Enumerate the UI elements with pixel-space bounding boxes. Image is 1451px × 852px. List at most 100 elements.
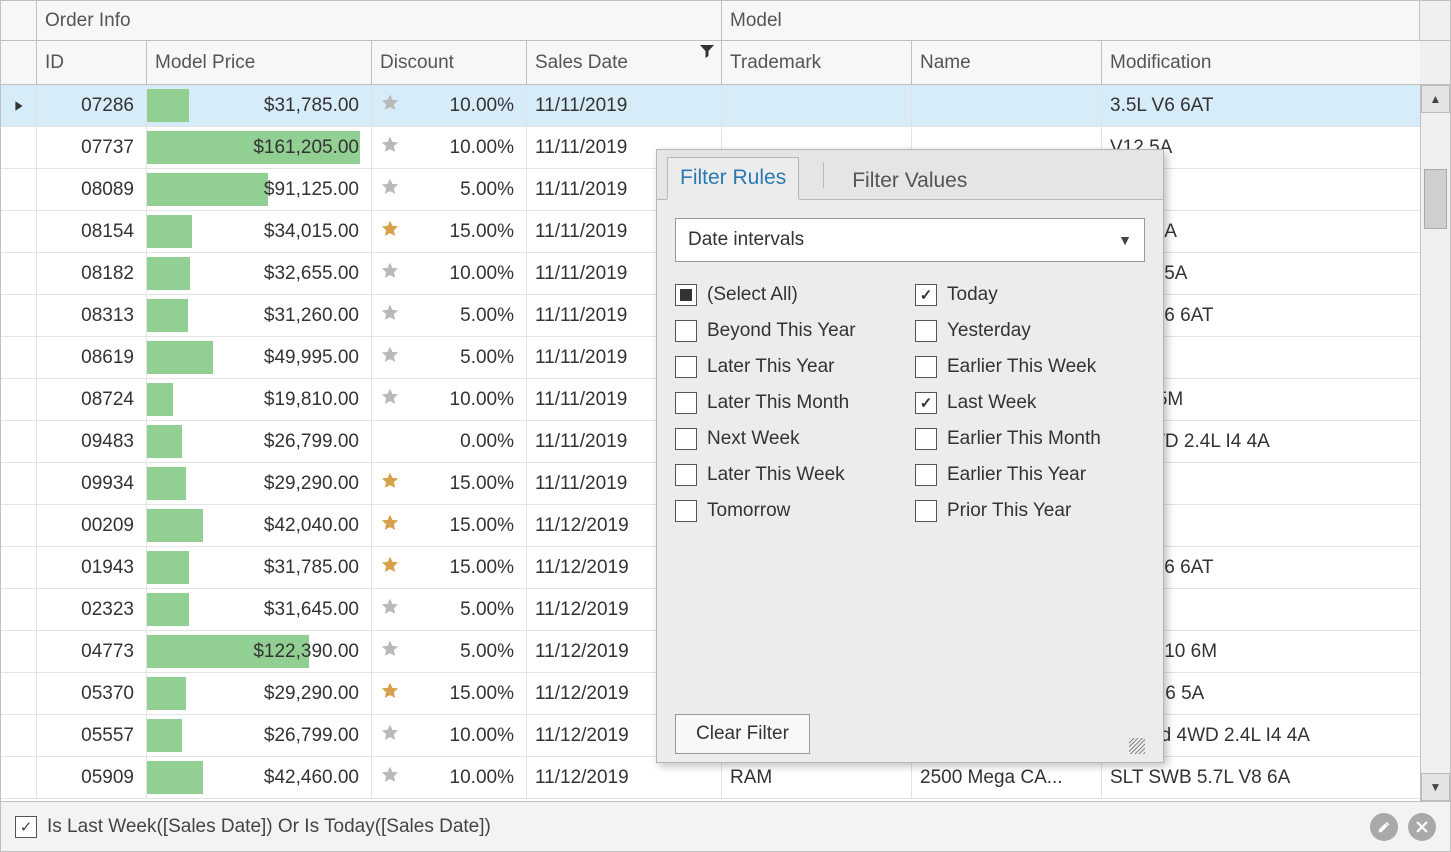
scroll-up-arrow-icon[interactable]: ▲	[1421, 85, 1450, 113]
interval-option[interactable]: (Select All)	[675, 284, 905, 306]
cell-id[interactable]: 08313	[37, 295, 147, 336]
cell-model-price[interactable]: $26,799.00	[147, 715, 372, 756]
cell-discount[interactable]: 10.00%	[372, 127, 527, 168]
cell-model-price[interactable]: $31,645.00	[147, 589, 372, 630]
clear-filter-button[interactable]: Clear Filter	[675, 714, 810, 754]
cell-discount[interactable]: 15.00%	[372, 463, 527, 504]
cell-discount[interactable]: 10.00%	[372, 85, 527, 126]
cell-id[interactable]: 05909	[37, 757, 147, 798]
cell-discount[interactable]: 15.00%	[372, 547, 527, 588]
resize-grip-icon[interactable]	[1129, 738, 1145, 754]
cell-discount[interactable]: 10.00%	[372, 757, 527, 798]
checkbox-icon[interactable]	[915, 284, 937, 306]
cell-discount[interactable]: 10.00%	[372, 379, 527, 420]
cell-discount[interactable]: 15.00%	[372, 211, 527, 252]
cell-id[interactable]: 02323	[37, 589, 147, 630]
column-trademark[interactable]: Trademark	[722, 41, 912, 84]
interval-option[interactable]: Today	[915, 284, 1145, 306]
cell-id[interactable]: 07286	[37, 85, 147, 126]
close-filter-icon[interactable]	[1408, 813, 1436, 841]
column-name[interactable]: Name	[912, 41, 1102, 84]
scroll-down-arrow-icon[interactable]: ▼	[1421, 773, 1450, 801]
cell-trademark[interactable]: RAM	[722, 757, 912, 798]
cell-discount[interactable]: 5.00%	[372, 631, 527, 672]
interval-option[interactable]: Later This Week	[675, 464, 905, 486]
cell-model-price[interactable]: $91,125.00	[147, 169, 372, 210]
cell-id[interactable]: 08724	[37, 379, 147, 420]
checkbox-icon[interactable]	[675, 500, 697, 522]
cell-id[interactable]: 05370	[37, 673, 147, 714]
column-discount[interactable]: Discount	[372, 41, 527, 84]
cell-model-price[interactable]: $31,260.00	[147, 295, 372, 336]
cell-id[interactable]: 05557	[37, 715, 147, 756]
interval-option[interactable]: Prior This Year	[915, 500, 1145, 522]
cell-name[interactable]	[912, 85, 1102, 126]
checkbox-icon[interactable]	[915, 500, 937, 522]
cell-modification[interactable]: 3.5L V6 6AT	[1102, 85, 1420, 126]
cell-id[interactable]: 08154	[37, 211, 147, 252]
cell-discount[interactable]: 15.00%	[372, 673, 527, 714]
cell-discount[interactable]: 10.00%	[372, 253, 527, 294]
checkbox-icon[interactable]	[675, 284, 697, 306]
cell-model-price[interactable]: $122,390.00	[147, 631, 372, 672]
cell-model-price[interactable]: $29,290.00	[147, 673, 372, 714]
cell-discount[interactable]: 15.00%	[372, 505, 527, 546]
cell-id[interactable]: 08089	[37, 169, 147, 210]
cell-sales-date[interactable]: 11/12/2019	[527, 757, 722, 798]
checkbox-icon[interactable]	[675, 392, 697, 414]
interval-option[interactable]: Beyond This Year	[675, 320, 905, 342]
cell-model-price[interactable]: $31,785.00	[147, 547, 372, 588]
cell-name[interactable]: 2500 Mega CA...	[912, 757, 1102, 798]
date-intervals-select[interactable]: Date intervals ▼	[675, 218, 1145, 262]
funnel-icon[interactable]	[699, 43, 715, 65]
interval-option[interactable]: Tomorrow	[675, 500, 905, 522]
cell-discount[interactable]: 0.00%	[372, 421, 527, 462]
cell-discount[interactable]: 5.00%	[372, 337, 527, 378]
interval-option[interactable]: Last Week	[915, 392, 1145, 414]
interval-option[interactable]: Earlier This Month	[915, 428, 1145, 450]
interval-option[interactable]: Earlier This Year	[915, 464, 1145, 486]
cell-model-price[interactable]: $29,290.00	[147, 463, 372, 504]
checkbox-icon[interactable]	[915, 428, 937, 450]
cell-model-price[interactable]: $32,655.00	[147, 253, 372, 294]
cell-model-price[interactable]: $42,460.00	[147, 757, 372, 798]
cell-id[interactable]: 00209	[37, 505, 147, 546]
checkbox-icon[interactable]	[915, 392, 937, 414]
checkbox-icon[interactable]	[915, 464, 937, 486]
filter-enabled-checkbox[interactable]: ✓	[15, 816, 37, 838]
interval-option[interactable]: Later This Month	[675, 392, 905, 414]
checkbox-icon[interactable]	[675, 320, 697, 342]
cell-discount[interactable]: 5.00%	[372, 295, 527, 336]
cell-id[interactable]: 04773	[37, 631, 147, 672]
checkbox-icon[interactable]	[675, 356, 697, 378]
band-order-info[interactable]: Order Info	[37, 1, 722, 40]
interval-option[interactable]: Next Week	[675, 428, 905, 450]
cell-model-price[interactable]: $31,785.00	[147, 85, 372, 126]
cell-model-price[interactable]: $26,799.00	[147, 421, 372, 462]
cell-model-price[interactable]: $161,205.00	[147, 127, 372, 168]
interval-option[interactable]: Later This Year	[675, 356, 905, 378]
cell-discount[interactable]: 5.00%	[372, 169, 527, 210]
cell-trademark[interactable]	[722, 85, 912, 126]
checkbox-icon[interactable]	[675, 464, 697, 486]
tab-filter-rules[interactable]: Filter Rules	[667, 157, 799, 200]
cell-model-price[interactable]: $49,995.00	[147, 337, 372, 378]
cell-id[interactable]: 08619	[37, 337, 147, 378]
table-row[interactable]: 07286$31,785.0010.00%11/11/2019 3.5L V6 6…	[1, 85, 1420, 127]
interval-option[interactable]: Earlier This Week	[915, 356, 1145, 378]
cell-id[interactable]: 01943	[37, 547, 147, 588]
cell-id[interactable]: 09483	[37, 421, 147, 462]
cell-sales-date[interactable]: 11/11/2019	[527, 85, 722, 126]
edit-filter-icon[interactable]	[1370, 813, 1398, 841]
column-sales-date[interactable]: Sales Date	[527, 41, 722, 84]
checkbox-icon[interactable]	[915, 320, 937, 342]
table-row[interactable]: 05909$42,460.0010.00%11/12/2019RAM2500 M…	[1, 757, 1420, 799]
cell-id[interactable]: 07737	[37, 127, 147, 168]
column-id[interactable]: ID	[37, 41, 147, 84]
checkbox-icon[interactable]	[675, 428, 697, 450]
column-modification[interactable]: Modification	[1102, 41, 1420, 84]
band-model[interactable]: Model	[722, 1, 1420, 40]
cell-id[interactable]: 08182	[37, 253, 147, 294]
checkbox-icon[interactable]	[915, 356, 937, 378]
cell-model-price[interactable]: $42,040.00	[147, 505, 372, 546]
